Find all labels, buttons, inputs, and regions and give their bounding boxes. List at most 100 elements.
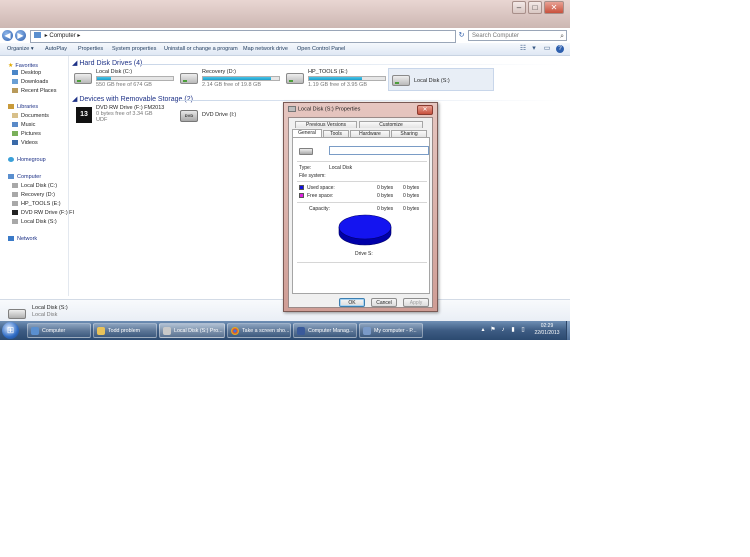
drive-usage-fill: [309, 77, 363, 80]
computer-management-icon: [297, 326, 305, 335]
drive-free-space: 2.14 GB free of 19.8 GB: [202, 82, 262, 88]
computer-icon: [8, 174, 14, 180]
nav-libraries[interactable]: Libraries: [8, 104, 38, 110]
tab-customize[interactable]: Customize: [359, 121, 423, 128]
power-icon[interactable]: ▯: [520, 327, 526, 334]
nav-drive-f[interactable]: DVD RW Drive (F:) FI: [12, 210, 74, 216]
open-control-panel-button[interactable]: Open Control Panel: [297, 43, 345, 55]
drive-tile-d[interactable]: Recovery (D:) 2.14 GB free of 19.8 GB: [180, 69, 284, 93]
nav-drive-d[interactable]: Recovery (D:): [12, 192, 55, 198]
show-desktop-button[interactable]: [566, 321, 570, 340]
system-properties-button[interactable]: System properties: [112, 43, 156, 55]
tab-general[interactable]: General: [292, 129, 322, 137]
drive-icon: [299, 148, 313, 155]
taskbar-button-chrome[interactable]: Take a screen sho...: [227, 323, 291, 338]
drive-free-space: 550 GB free of 674 GB: [96, 82, 152, 88]
used-space-label: Used space:: [307, 185, 335, 191]
back-arrow-icon[interactable]: ◀: [2, 30, 13, 41]
tab-sharing[interactable]: Sharing: [391, 130, 427, 137]
homegroup-icon: [8, 157, 14, 163]
divider: [297, 262, 427, 263]
nav-network[interactable]: Network: [8, 236, 37, 242]
help-icon[interactable]: ?: [556, 45, 564, 53]
minimize-button[interactable]: –: [512, 1, 526, 14]
computer-icon: [34, 32, 41, 39]
drive-tile-i[interactable]: DVD DVD Drive (I:): [180, 107, 270, 129]
nav-drive-s[interactable]: Local Disk (S:): [12, 219, 57, 225]
nav-computer[interactable]: Computer: [8, 174, 41, 180]
ok-button[interactable]: OK: [339, 298, 365, 307]
organize-button[interactable]: Organize ▾: [7, 43, 34, 55]
drive-caption: Drive S:: [355, 251, 373, 257]
tab-previous-versions[interactable]: Previous Versions: [295, 121, 357, 128]
drive-tile-c[interactable]: Local Disk (C:) 550 GB free of 674 GB: [74, 69, 178, 93]
nav-favorites[interactable]: ★ Favorites: [8, 62, 38, 69]
drive-tile-f[interactable]: 13 DVD RW Drive (F:) FM2013 0 bytes free…: [74, 105, 178, 131]
star-icon: ★: [8, 63, 14, 69]
music-icon: [12, 122, 18, 128]
taskbar-clock[interactable]: 02:29 22/01/2013: [533, 323, 561, 337]
uninstall-program-button[interactable]: Uninstall or change a program: [164, 43, 238, 55]
close-button[interactable]: ✕: [544, 1, 564, 14]
maximize-button[interactable]: □: [528, 1, 542, 14]
nav-homegroup[interactable]: Homegroup: [8, 157, 46, 163]
tab-tools[interactable]: Tools: [323, 130, 349, 137]
nav-music[interactable]: Music: [12, 122, 35, 128]
taskbar-button-computer[interactable]: Computer: [27, 323, 91, 338]
properties-button[interactable]: Properties: [78, 43, 103, 55]
taskbar-button-computer-management[interactable]: Computer Manag...: [293, 323, 357, 338]
drive-icon: [163, 326, 171, 335]
drive-icon: [12, 192, 18, 198]
nav-desktop[interactable]: Desktop: [12, 70, 41, 76]
taskbar-button-folder[interactable]: Todd problem: [93, 323, 157, 338]
free-space-bytes: 0 bytes: [377, 193, 394, 199]
divider: [297, 181, 427, 182]
drive-label-input[interactable]: [329, 146, 429, 155]
nav-pictures[interactable]: Pictures: [12, 131, 41, 137]
view-dropdown-icon[interactable]: ▾: [530, 45, 538, 53]
forward-arrow-icon[interactable]: ▶: [15, 30, 26, 41]
network-icon[interactable]: ▮: [510, 327, 516, 334]
cancel-button[interactable]: Cancel: [371, 298, 397, 307]
nav-drive-e[interactable]: HP_TOOLS (E:): [12, 201, 61, 207]
drive-icon: [12, 201, 18, 207]
drive-tile-s[interactable]: Local Disk (S:): [388, 68, 494, 91]
taskbar-button-forum[interactable]: My computer - P...: [359, 323, 423, 338]
group-header-hard-disks[interactable]: ◢ Hard Disk Drives (4): [72, 59, 142, 67]
tab-hardware[interactable]: Hardware: [350, 130, 390, 137]
downloads-icon: [12, 79, 18, 85]
dialog-close-button[interactable]: ✕: [417, 105, 433, 115]
volume-icon[interactable]: ♪: [500, 327, 506, 334]
window-title-bar[interactable]: – □ ✕: [0, 0, 570, 28]
flag-icon[interactable]: ⚑: [490, 327, 496, 334]
start-button[interactable]: ⊞: [2, 322, 19, 339]
preview-pane-icon[interactable]: ▭: [543, 45, 551, 53]
nav-documents[interactable]: Documents: [12, 113, 49, 119]
address-bar[interactable]: ▸ Computer ▸: [30, 30, 456, 43]
apply-button[interactable]: Apply: [403, 298, 429, 307]
browser-icon: [363, 326, 371, 335]
nav-videos[interactable]: Videos: [12, 140, 38, 146]
nav-drive-c[interactable]: Local Disk (C:): [12, 183, 57, 189]
recent-places-icon: [12, 88, 18, 94]
nav-downloads[interactable]: Downloads: [12, 79, 48, 85]
map-network-drive-button[interactable]: Map network drive: [243, 43, 288, 55]
refresh-icon[interactable]: ↻: [456, 30, 467, 41]
search-icon[interactable]: ⌕: [560, 31, 564, 42]
capacity-size: 0 bytes: [403, 206, 420, 212]
group-header-removable[interactable]: ◢ Devices with Removable Storage (2): [72, 95, 193, 103]
free-space-label: Free space:: [307, 193, 334, 199]
taskbar: ⊞ Computer Todd problem Local Disk (S:) …: [0, 321, 570, 340]
drive-usage-fill: [97, 77, 111, 80]
drive-tile-e[interactable]: HP_TOOLS (E:) 1.19 GB free of 3.95 GB: [286, 69, 390, 93]
navigation-pane: ★ Favorites Desktop Downloads Recent Plac…: [0, 56, 74, 296]
nav-recent-places[interactable]: Recent Places: [12, 88, 56, 94]
drive-icon: [12, 219, 18, 225]
taskbar-button-properties[interactable]: Local Disk (S:) Pro...: [159, 323, 225, 338]
show-hidden-icons-icon[interactable]: ▴: [480, 327, 486, 334]
breadcrumb-chevron-icon[interactable]: ▸: [77, 33, 80, 39]
search-input[interactable]: Search Computer ⌕: [468, 30, 567, 41]
dialog-title: Local Disk (S:) Properties: [288, 106, 360, 112]
autoplay-button[interactable]: AutoPlay: [45, 43, 67, 55]
change-view-icon[interactable]: ☷: [519, 45, 527, 53]
